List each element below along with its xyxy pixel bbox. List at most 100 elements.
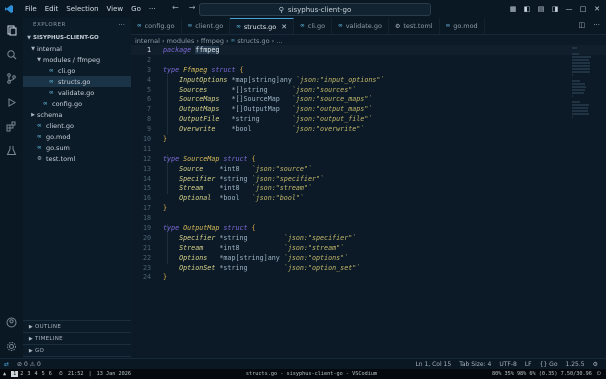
minimap-line: [572, 80, 581, 82]
toggle-sidebar-icon[interactable]: ◧: [521, 3, 533, 15]
launcher-icon[interactable]: ▲: [3, 371, 6, 377]
more-actions-icon[interactable]: ···: [593, 21, 600, 29]
status-item[interactable]: 1.25.5: [566, 361, 585, 368]
tree-item[interactable]: ⚙ test.toml: [23, 153, 131, 164]
extensions-icon[interactable]: [0, 114, 23, 138]
problems-indicator[interactable]: ⊘ 0 ⚠ 0: [17, 361, 41, 368]
close-tab-icon[interactable]: ✕: [281, 23, 287, 31]
breadcrumb-item[interactable]: internal: [135, 37, 160, 45]
editor-tab[interactable]: ∞ config.go: [131, 18, 182, 34]
notifications-bell-icon[interactable]: ⚙: [593, 361, 598, 368]
line-number: 19: [142, 223, 151, 232]
workspace-indicator[interactable]: 6: [47, 371, 54, 377]
close-window-icon[interactable]: ✕: [591, 3, 603, 15]
menu-item[interactable]: ···: [145, 5, 160, 13]
editor-actions: ◫ ···: [578, 21, 600, 29]
workspace-indicator[interactable]: 2: [18, 371, 25, 377]
tree-item[interactable]: ∞ validate.go: [23, 87, 131, 98]
sidebar-panel-header[interactable]: ▶ TIMELINE: [23, 332, 131, 344]
code-line: 24}: [131, 272, 606, 282]
power-icon[interactable]: ⏻: [597, 371, 601, 378]
menu-item[interactable]: Edit: [41, 5, 63, 13]
minimize-icon[interactable]: —: [563, 3, 575, 15]
tree-item-label: schema: [37, 110, 63, 119]
workspace-indicator[interactable]: 3: [25, 371, 32, 377]
panel-label: OUTLINE: [35, 323, 62, 330]
go-file-icon: ∞: [236, 23, 241, 30]
breadcrumb-item[interactable]: ...: [276, 37, 282, 45]
remote-indicator-icon[interactable]: ⇄: [4, 361, 9, 368]
run-debug-icon[interactable]: [0, 90, 23, 114]
breadcrumb-item[interactable]: ffmpeg: [201, 37, 224, 45]
code-token: OutputMaps: [163, 105, 232, 114]
code-editor[interactable]: 1 package ffmpeg 2 3 type Ffmpeg struct {4 I…: [131, 45, 606, 282]
menu-item[interactable]: View: [103, 5, 128, 13]
tree-item[interactable]: ∞ go.mod: [23, 131, 131, 142]
code-token: `json:"source_maps"`: [291, 95, 373, 104]
minimap-line: [572, 92, 585, 94]
tab-label: config.go: [144, 22, 175, 30]
status-item[interactable]: LF: [525, 361, 532, 368]
tree-item[interactable]: ▼ modules / ffmpeg: [23, 54, 131, 65]
status-item[interactable]: {} Go: [540, 361, 558, 368]
editor-tab[interactable]: ∞ cli.go: [294, 18, 333, 34]
code-token: *string: [219, 174, 252, 183]
chevron-right-icon: ›: [196, 36, 199, 45]
status-item[interactable]: UTF-8: [499, 361, 517, 368]
tree-item[interactable]: ∞ go.sum: [23, 142, 131, 153]
testing-icon[interactable]: [0, 138, 23, 162]
status-item[interactable]: Ln 1, Col 15: [415, 361, 451, 368]
line-number: 17: [142, 204, 151, 213]
menu-item[interactable]: Selection: [62, 5, 102, 13]
menu-item[interactable]: Go: [127, 5, 145, 13]
panel-label: GO: [35, 347, 45, 354]
code-line: 16 Optional *bool `json:"bool"`: [131, 193, 606, 203]
back-arrow-icon[interactable]: ←: [172, 3, 179, 12]
menu-item[interactable]: File: [21, 5, 41, 13]
source-control-icon[interactable]: [0, 66, 23, 90]
tree-item[interactable]: ∞ config.go: [23, 98, 131, 109]
editor-tab[interactable]: ∞ structs.go ✕: [230, 18, 295, 34]
minimap[interactable]: [572, 46, 598, 146]
tree-item[interactable]: ∞ client.go: [23, 120, 131, 131]
more-actions-icon[interactable]: ···: [118, 21, 125, 29]
tree-item-label: client.go: [46, 121, 75, 130]
manage-gear-icon[interactable]: [0, 334, 23, 358]
breadcrumb-item[interactable]: structs.go: [237, 37, 269, 45]
toggle-panel-icon[interactable]: ▤: [535, 3, 547, 15]
tree-item[interactable]: ∞ cli.go: [23, 65, 131, 76]
sidebar-panel-header[interactable]: ▶ OUTLINE: [23, 320, 131, 332]
tree-item[interactable]: ∞ structs.go: [23, 76, 131, 87]
editor-tab[interactable]: ∞ validate.go: [332, 18, 389, 34]
workspace-indicator[interactable]: 4: [33, 371, 40, 377]
minimap-line: [572, 56, 592, 58]
workspace-indicator[interactable]: 1: [11, 371, 19, 377]
search-icon[interactable]: [0, 42, 23, 66]
tree-item[interactable]: ▶ schema: [23, 109, 131, 120]
editor-tab[interactable]: ⚙ test.toml: [389, 18, 440, 34]
layout-icon[interactable]: ▦: [507, 3, 519, 15]
tab-label: client.go: [195, 22, 224, 30]
minimap-line: [572, 107, 588, 109]
project-root[interactable]: ▼ SISYPHUS-CLIENT-GO: [23, 32, 131, 43]
code-line: 12 type SourceMap struct {: [131, 154, 606, 164]
code-token: `json:"output_file"`: [291, 115, 373, 124]
toggle-secondary-sidebar-icon[interactable]: ◨: [549, 3, 561, 15]
accounts-icon[interactable]: [0, 310, 23, 334]
minimap-line: [572, 68, 591, 70]
editor-tab[interactable]: ∞ client.go: [182, 18, 231, 34]
workspace-indicator[interactable]: 5: [40, 371, 47, 377]
editor-tab[interactable]: ∞ go.mod: [440, 18, 485, 34]
code-token: {: [251, 154, 256, 163]
split-editor-icon[interactable]: ◫: [578, 21, 585, 29]
forward-arrow-icon[interactable]: →: [189, 3, 196, 12]
command-center-search[interactable]: ⚲ sisyphus-client-go: [199, 3, 431, 16]
code-token: OptionSet: [163, 263, 220, 272]
maximize-icon[interactable]: □: [577, 3, 589, 15]
sidebar-panel-header[interactable]: ▶ GO: [23, 344, 131, 356]
code-token: *bool: [219, 194, 252, 203]
breadcrumb-item[interactable]: modules: [167, 37, 195, 45]
explorer-icon[interactable]: [0, 18, 23, 42]
tree-item[interactable]: ▼ internal: [23, 43, 131, 54]
status-item[interactable]: Tab Size: 4: [459, 361, 491, 368]
